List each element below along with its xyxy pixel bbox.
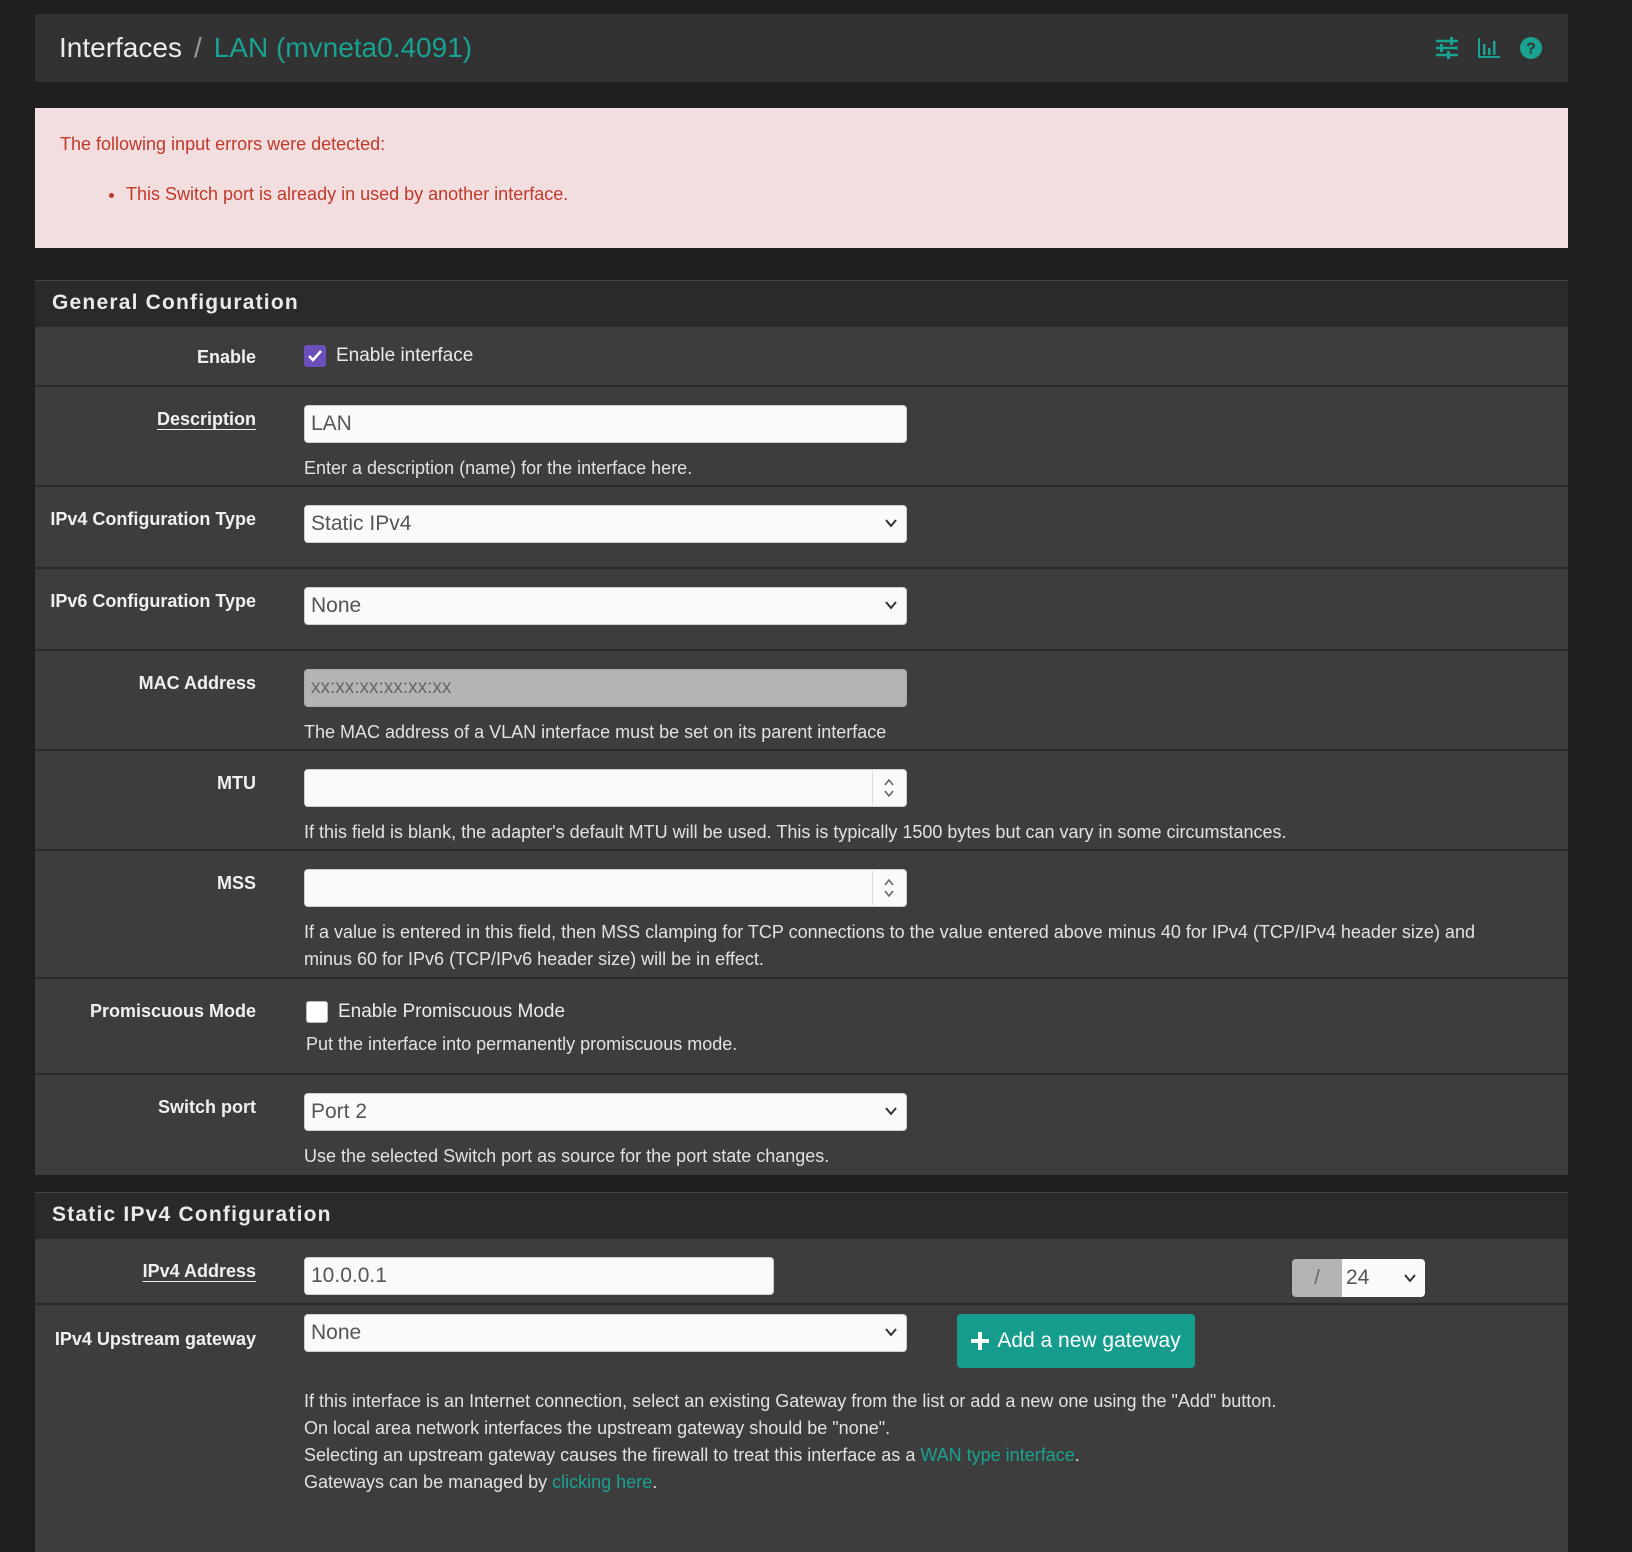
gateway-help-text: Selecting an upstream gateway causes the… <box>304 1445 921 1465</box>
clicking-here-link[interactable]: clicking here <box>552 1472 652 1492</box>
svg-text:?: ? <box>1526 41 1536 58</box>
error-item: This Switch port is already in used by a… <box>126 183 1543 205</box>
chevron-down-icon <box>1404 1274 1416 1283</box>
ipv4-address-label-text: IPv4 Address <box>142 1261 256 1281</box>
promiscuous-checkbox-label: Enable Promiscuous Mode <box>338 1001 566 1022</box>
ipv4-address-row: IPv4 Address 10.0.0.1 / 24 <box>35 1237 1568 1303</box>
chevron-down-icon <box>885 519 897 528</box>
mss-input[interactable] <box>304 869 907 907</box>
cidr-group: / 24 <box>1292 1259 1425 1297</box>
wan-type-interface-link[interactable]: WAN type interface <box>920 1445 1074 1465</box>
panel-title: Static IPv4 Configuration <box>35 1192 1568 1237</box>
enable-checkbox-label: Enable interface <box>336 345 474 366</box>
mtu-row: MTU If this field is blank, the adapter'… <box>35 749 1568 849</box>
ipv4-gateway-row: IPv4 Upstream gateway None If this inter… <box>35 1303 1568 1543</box>
sliders-icon[interactable] <box>1434 35 1460 61</box>
gateway-help-line: On local area network interfaces the ups… <box>304 1418 891 1438</box>
gateway-help-text: . <box>1074 1445 1080 1465</box>
ipv6-type-row: IPv6 Configuration Type None <box>35 567 1568 649</box>
switch-port-value: Port 2 <box>311 1100 368 1123</box>
mac-address-label: MAC Address <box>138 673 256 693</box>
page: Interfaces / LAN (mvneta0.4091) ? The fo… <box>35 14 1568 1552</box>
static-ipv4-panel: Static IPv4 Configuration IPv4 Address 1… <box>35 1192 1568 1552</box>
enable-checkbox[interactable] <box>304 345 326 367</box>
mac-address-row: MAC Address xx:xx:xx:xx:xx:xx The MAC ad… <box>35 649 1568 749</box>
chevron-down-icon <box>885 601 897 610</box>
enable-label: Enable <box>196 347 256 367</box>
mss-label: MSS <box>216 873 256 893</box>
general-configuration-panel: General Configuration Enable Enable inte… <box>35 280 1568 1175</box>
switch-port-row: Switch port Port 2 Use the selected Swit… <box>35 1073 1568 1175</box>
page-header: Interfaces / LAN (mvneta0.4091) ? <box>35 14 1568 82</box>
alert-heading: The following input errors were detected… <box>60 134 386 154</box>
chevron-down-icon <box>885 1328 897 1337</box>
breadcrumb: Interfaces / LAN (mvneta0.4091) <box>59 32 472 64</box>
gateway-help-text: . <box>652 1472 658 1492</box>
chevron-down-icon <box>885 1107 897 1116</box>
promiscuous-checkbox[interactable] <box>306 1001 328 1023</box>
gateway-help-line: If this interface is an Internet connect… <box>304 1391 1277 1411</box>
breadcrumb-current[interactable]: LAN (mvneta0.4091) <box>214 32 472 64</box>
promiscuous-row: Promiscuous Mode Enable Promiscuous Mode… <box>35 977 1568 1073</box>
switch-port-select[interactable]: Port 2 <box>304 1093 907 1131</box>
add-gateway-label: Add a new gateway <box>997 1329 1181 1352</box>
promiscuous-help: Put the interface into permanently promi… <box>306 1034 738 1054</box>
gateway-help-line: Gateways can be managed by clicking here… <box>304 1469 1504 1496</box>
mss-help: If a value is entered in this field, the… <box>304 922 1475 969</box>
description-row: Description LAN Enter a description (nam… <box>35 385 1568 485</box>
add-gateway-button[interactable]: Add a new gateway <box>957 1314 1195 1368</box>
spinner-icon[interactable] <box>872 871 905 905</box>
cidr-slash: / <box>1292 1259 1342 1297</box>
ipv4-gateway-value: None <box>311 1321 362 1344</box>
cidr-select[interactable]: 24 <box>1342 1259 1425 1297</box>
switch-port-label: Switch port <box>158 1097 256 1117</box>
mtu-help: If this field is blank, the adapter's de… <box>304 822 1287 842</box>
ipv4-type-value: Static IPv4 <box>311 512 412 535</box>
mtu-input[interactable] <box>304 769 907 807</box>
spinner-icon[interactable] <box>872 771 905 805</box>
ipv6-type-value: None <box>311 594 362 617</box>
gateway-help-text: Gateways can be managed by <box>304 1472 553 1492</box>
ipv4-type-row: IPv4 Configuration Type Static IPv4 <box>35 485 1568 567</box>
ipv4-gateway-select[interactable]: None <box>304 1314 907 1352</box>
ipv6-type-label: IPv6 Configuration Type <box>50 591 256 611</box>
cidr-value: 24 <box>1346 1266 1370 1289</box>
ipv4-gateway-label: IPv4 Upstream gateway <box>54 1329 256 1349</box>
mac-address-help: The MAC address of a VLAN interface must… <box>304 722 887 742</box>
switch-port-help: Use the selected Switch port as source f… <box>304 1146 830 1166</box>
header-icons: ? <box>1434 35 1544 61</box>
ipv4-address-input[interactable]: 10.0.0.1 <box>304 1257 774 1295</box>
error-list: This Switch port is already in used by a… <box>60 183 1543 205</box>
ipv4-type-label: IPv4 Configuration Type <box>50 509 256 529</box>
description-label: Description <box>35 387 256 485</box>
enable-row: Enable Enable interface <box>35 325 1568 385</box>
enable-checkbox-line[interactable]: Enable interface <box>304 343 1568 367</box>
description-help: Enter a description (name) for the inter… <box>304 458 693 478</box>
mac-address-input: xx:xx:xx:xx:xx:xx <box>304 669 907 707</box>
ipv4-address-label: IPv4 Address <box>35 1239 256 1303</box>
promiscuous-checkbox-line[interactable]: Enable Promiscuous Mode <box>306 997 1568 1023</box>
ipv4-type-select[interactable]: Static IPv4 <box>304 505 907 543</box>
panel-title: General Configuration <box>35 280 1568 325</box>
mss-row: MSS If a value is entered in this field,… <box>35 849 1568 977</box>
ipv6-type-select[interactable]: None <box>304 587 907 625</box>
description-input[interactable]: LAN <box>304 405 907 443</box>
plus-icon <box>971 1332 990 1350</box>
bar-chart-icon[interactable] <box>1476 35 1502 61</box>
promiscuous-label: Promiscuous Mode <box>89 1001 256 1021</box>
description-label-text: Description <box>156 409 256 429</box>
help-icon[interactable]: ? <box>1518 35 1544 61</box>
error-alert: The following input errors were detected… <box>35 108 1568 248</box>
ipv4-gateway-help: If this interface is an Internet connect… <box>304 1388 1504 1496</box>
breadcrumb-root[interactable]: Interfaces <box>59 32 182 64</box>
breadcrumb-separator: / <box>193 32 202 63</box>
mtu-label: MTU <box>217 773 256 793</box>
gateway-help-line: Selecting an upstream gateway causes the… <box>304 1442 1504 1469</box>
